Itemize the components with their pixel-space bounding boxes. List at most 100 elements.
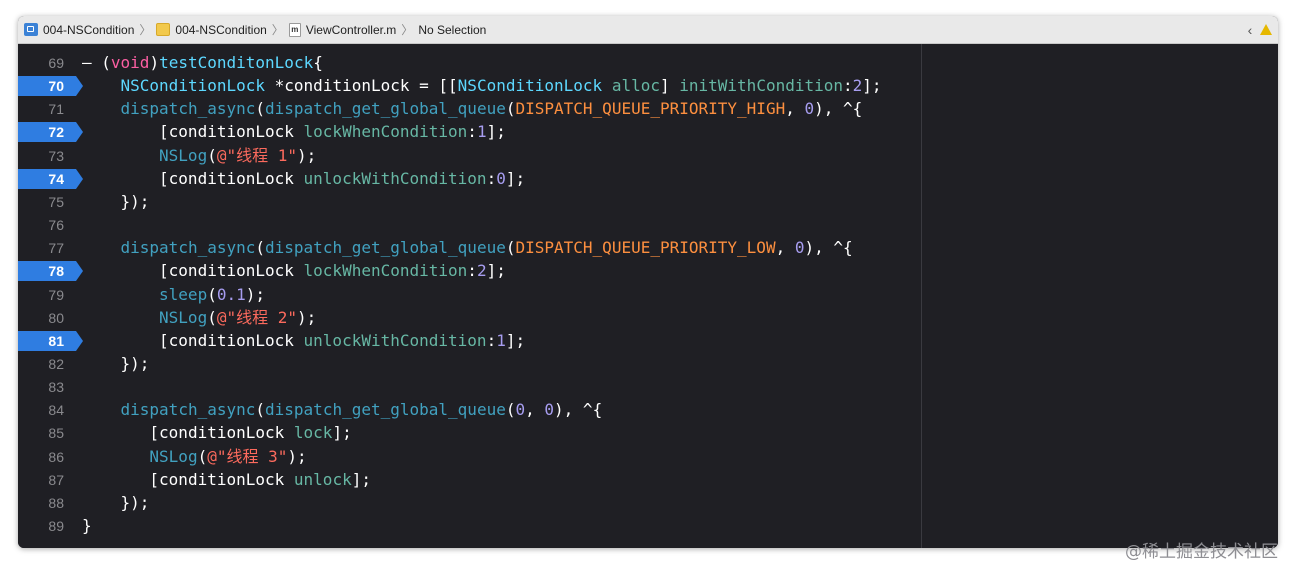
code-token-type: NSConditionLock [457, 76, 603, 96]
m-file-icon: m [288, 22, 301, 37]
code-token-func: dispatch_async [120, 400, 256, 420]
code-text[interactable]: – (void)testConditonLock{ [82, 51, 323, 75]
code-token-plain: ]; [505, 168, 526, 188]
code-token-func: dispatch_get_global_queue [265, 238, 506, 258]
code-token-plain: }); [120, 191, 150, 211]
code-text[interactable]: }); [121, 190, 150, 214]
line-number[interactable]: 89 [18, 514, 64, 538]
code-text[interactable]: [conditionLock lockWhenCondition:1]; [159, 120, 506, 144]
code-text[interactable]: NSConditionLock *conditionLock = [[NSCon… [121, 74, 882, 98]
code-token-func: NSLog [159, 145, 208, 165]
source-editor[interactable]: 69 – (void)testConditonLock{70 NSCondition… [18, 44, 1278, 548]
code-token-plain: , [785, 99, 805, 119]
line-number[interactable]: 86 [18, 445, 64, 469]
code-token-plain: ( [197, 446, 208, 466]
breakpoint-marker[interactable]: 72 [18, 122, 83, 143]
code-text[interactable]: NSLog(@"线程 3"); [149, 445, 306, 469]
code-token-plain: ( [207, 284, 217, 304]
line-number[interactable]: 73 [18, 144, 64, 168]
code-text[interactable]: [conditionLock unlockWithCondition:1]; [159, 329, 525, 353]
code-token-plain: ( [255, 400, 266, 420]
code-text[interactable]: [conditionLock lock]; [149, 421, 351, 445]
code-text[interactable]: NSLog(@"线程 2"); [159, 306, 316, 330]
line-number[interactable]: 84 [18, 398, 64, 422]
code-text[interactable]: dispatch_async(dispatch_get_global_queue… [121, 398, 603, 422]
code-token-func: NSLog [159, 307, 208, 327]
code-token-func: dispatch_async [120, 238, 256, 258]
code-text[interactable]: NSLog(@"线程 1"); [159, 144, 316, 168]
code-token-method: unlockWithCondition [303, 168, 487, 188]
breakpoint-marker[interactable]: 74 [18, 168, 83, 189]
code-token-num: 0 [544, 400, 555, 420]
warning-icon[interactable] [1260, 24, 1272, 35]
code-token-plain: ( [255, 99, 266, 119]
line-number[interactable]: 80 [18, 306, 64, 330]
code-line: 73 NSLog(@"线程 1"); [18, 144, 1278, 168]
code-text[interactable]: dispatch_async(dispatch_get_global_queue… [121, 236, 853, 260]
code-token-func: dispatch_async [120, 99, 256, 119]
code-token-method: lockWhenCondition [303, 261, 468, 281]
code-line: 75}); [18, 190, 1278, 214]
line-number[interactable]: 82 [18, 352, 64, 376]
code-text[interactable]: } [82, 514, 92, 538]
line-number[interactable]: 71 [18, 97, 64, 121]
code-text[interactable]: }); [121, 352, 150, 376]
code-token-str: @"线程 1" [216, 145, 298, 165]
code-token-plain: ), ^{ [554, 400, 603, 420]
code-line: 79 sleep(0.1); [18, 283, 1278, 307]
code-token-plain: : [486, 168, 497, 188]
code-text[interactable]: }); [121, 491, 150, 515]
code-token-plain: ]; [505, 330, 526, 350]
code-text[interactable]: dispatch_async(dispatch_get_global_queue… [121, 97, 863, 121]
code-line: 86 NSLog(@"线程 3"); [18, 445, 1278, 469]
code-token-plain: [conditionLock [159, 261, 304, 281]
code-token-plain: ); [245, 284, 266, 304]
code-text[interactable]: [conditionLock unlockWithCondition:0]; [159, 167, 525, 191]
code-token-method: initWithCondition [679, 76, 844, 96]
breakpoint-marker[interactable]: 81 [18, 330, 83, 351]
line-number: 74 [48, 170, 64, 187]
line-number[interactable]: 87 [18, 468, 64, 492]
line-number[interactable]: 69 [18, 51, 64, 75]
code-line: 80 NSLog(@"线程 2"); [18, 306, 1278, 330]
breadcrumb-group-label: 004-NSCondition [175, 22, 267, 37]
code-token-plain: : [486, 330, 497, 350]
code-line: 89} [18, 514, 1278, 538]
chevron-right-icon: 〉 [271, 23, 284, 37]
code-token-plain: [conditionLock [149, 469, 294, 489]
code-text[interactable]: [conditionLock unlock]; [149, 468, 371, 492]
line-number: 81 [48, 332, 64, 349]
code-token-num: 1 [476, 122, 487, 142]
code-token-plain: ) [149, 53, 160, 72]
code-line: 74 [conditionLock unlockWithCondition:0]; [18, 167, 1278, 191]
line-number[interactable]: 83 [18, 375, 64, 399]
code-text[interactable]: [conditionLock lockWhenCondition:2]; [159, 259, 506, 283]
chevron-right-icon: 〉 [139, 23, 152, 37]
code-token-plain: ]; [862, 76, 882, 96]
breadcrumb-symbol[interactable]: No Selection [418, 16, 486, 43]
code-token-plain: { [313, 53, 323, 72]
line-number[interactable]: 88 [18, 491, 64, 515]
line-number[interactable]: 85 [18, 421, 64, 445]
code-token-macro: DISPATCH_QUEUE_PRIORITY_LOW [515, 238, 776, 258]
code-token-plain: : [467, 261, 477, 281]
breadcrumb-group[interactable]: 004-NSCondition [156, 16, 267, 43]
jump-bar: 004-NSCondition 〉 004-NSCondition 〉 m Vi… [18, 16, 1278, 44]
line-number[interactable]: 79 [18, 283, 64, 307]
line-number[interactable]: 75 [18, 190, 64, 214]
code-token-num: 0 [496, 168, 506, 188]
breadcrumb-project[interactable]: 004-NSCondition [24, 16, 134, 43]
code-text[interactable]: sleep(0.1); [159, 283, 265, 307]
code-token-func: dispatch_get_global_queue [265, 400, 506, 420]
line-number[interactable]: 77 [18, 236, 64, 260]
line-number[interactable]: 76 [18, 213, 64, 237]
breakpoint-marker[interactable]: 78 [18, 261, 83, 282]
code-line: 72 [conditionLock lockWhenCondition:1]; [18, 120, 1278, 144]
breakpoint-marker[interactable]: 70 [18, 76, 83, 97]
code-token-func: sleep [159, 284, 208, 304]
code-line: 71 dispatch_async(dispatch_get_global_que… [18, 97, 1278, 121]
code-token-plain: – ( [82, 53, 111, 72]
chevron-left-icon[interactable]: ‹ [1242, 16, 1258, 43]
breadcrumb-file[interactable]: m ViewController.m [288, 16, 396, 43]
code-token-plain: ] [659, 76, 680, 96]
